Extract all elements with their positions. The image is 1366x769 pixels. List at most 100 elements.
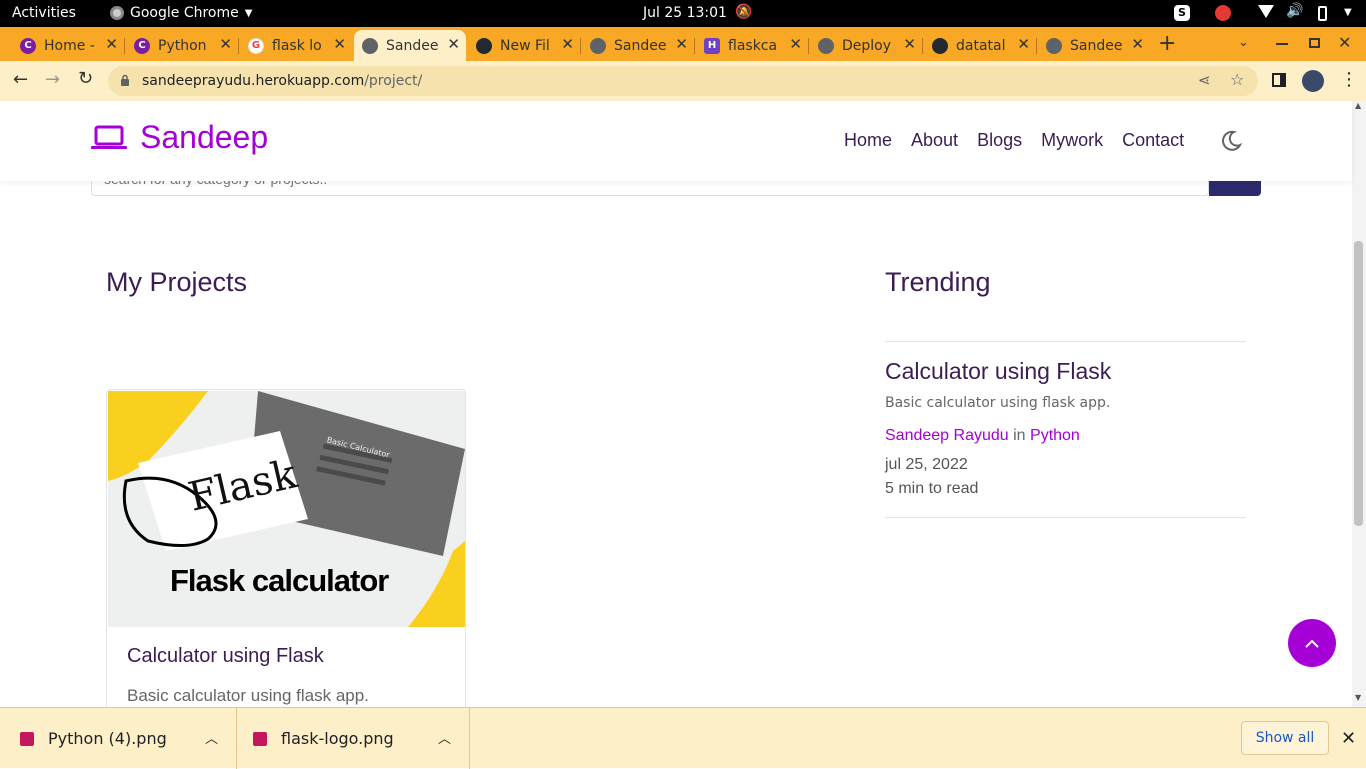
tab-title: Sandee — [386, 37, 438, 54]
tab-6[interactable]: Hflaskca ✕ — [696, 30, 809, 61]
tab-favicon-icon: C — [134, 37, 150, 54]
globe-icon — [362, 37, 378, 54]
window-close-icon[interactable]: ✕ — [1338, 33, 1351, 52]
lock-icon — [121, 74, 129, 86]
download-filename: Python (4).png — [48, 729, 167, 748]
download-item[interactable]: Python (4).png ︿ — [20, 708, 237, 769]
chrome-icon — [110, 6, 124, 20]
download-filename: flask-logo.png — [281, 729, 394, 748]
forward-arrow-icon[interactable]: → — [45, 69, 60, 90]
scroll-to-top-button[interactable] — [1288, 619, 1336, 667]
close-icon[interactable]: ✕ — [219, 35, 232, 53]
close-icon[interactable]: ✕ — [675, 35, 688, 53]
close-icon[interactable]: ✕ — [903, 35, 916, 53]
tab-5[interactable]: Sandee ✕ — [582, 30, 695, 61]
reload-icon[interactable]: ↻ — [78, 68, 93, 89]
app-menu[interactable]: Google Chrome ▼ — [110, 5, 252, 21]
tab-title: Sandee — [1070, 37, 1122, 54]
globe-icon — [590, 37, 606, 54]
byline-in: in — [1013, 427, 1026, 444]
trending-title[interactable]: Calculator using Flask — [885, 358, 1111, 385]
scroll-up-icon[interactable]: ▲ — [1355, 101, 1361, 110]
avatar[interactable] — [1302, 70, 1324, 92]
kebab-menu-icon[interactable]: ⋮ — [1340, 69, 1358, 90]
tab-title: New Fil — [500, 37, 550, 54]
download-item[interactable]: flask-logo.png ︿ — [253, 708, 470, 769]
github-icon — [476, 37, 492, 54]
tab-2[interactable]: Gflask lo ✕ — [240, 30, 352, 61]
close-icon[interactable]: ✕ — [1341, 728, 1356, 749]
github-icon — [932, 37, 948, 54]
moon-icon[interactable] — [1220, 130, 1242, 152]
tab-4[interactable]: New Fil ✕ — [468, 30, 581, 61]
close-icon[interactable]: ✕ — [447, 35, 460, 53]
share-icon[interactable]: ⋖ — [1198, 71, 1211, 89]
bookmark-star-icon[interactable]: ☆ — [1230, 70, 1244, 89]
address-bar[interactable]: sandeeprayudu.herokuapp.com/project/ ⋖ ☆ — [108, 66, 1258, 96]
system-menu-chevron-icon[interactable]: ▼ — [1344, 7, 1352, 18]
trending-byline: Sandeep Rayudu in Python — [885, 427, 1080, 445]
tab-strip: C Home - ✕ C Python ✕ Gflask lo ✕ Sandee ✕ New… — [0, 27, 1366, 61]
scrollbar-thumb[interactable] — [1354, 241, 1363, 526]
tab-favicon-icon: C — [20, 37, 36, 54]
site-navbar: Sandeep Home About Blogs Mywork Contact — [0, 101, 1352, 181]
nav-blogs[interactable]: Blogs — [977, 130, 1022, 151]
tab-8[interactable]: datatal ✕ — [924, 30, 1037, 61]
globe-icon — [1046, 37, 1062, 54]
tab-9[interactable]: Sandee ✕ — [1038, 30, 1150, 61]
activities-button[interactable]: Activities — [12, 5, 76, 21]
back-arrow-icon[interactable]: ← — [13, 69, 28, 90]
project-thumbnail[interactable]: Flask Basic Calculator Flask calculator — [108, 391, 465, 627]
maximize-icon[interactable] — [1309, 38, 1320, 48]
trending-description: Basic calculator using flask app. — [885, 395, 1111, 411]
close-icon[interactable]: ✕ — [1131, 35, 1144, 53]
do-not-disturb-icon[interactable] — [1215, 5, 1231, 21]
scroll-down-icon[interactable]: ▼ — [1355, 693, 1361, 702]
side-panel-icon[interactable] — [1272, 73, 1286, 87]
close-icon[interactable]: ✕ — [333, 35, 346, 53]
close-icon[interactable]: ✕ — [789, 35, 802, 53]
nav-mywork[interactable]: Mywork — [1041, 130, 1103, 151]
trending-read-time: 5 min to read — [885, 480, 979, 497]
download-shelf: Python (4).png ︿ flask-logo.png ︿ Show a… — [0, 707, 1366, 769]
chevron-up-icon[interactable]: ︿ — [205, 728, 218, 747]
nav-contact[interactable]: Contact — [1122, 130, 1184, 151]
project-card[interactable]: Flask Basic Calculator Flask calculator … — [106, 389, 466, 707]
toolbar: ← → ↻ sandeeprayudu.herokuapp.com/projec… — [0, 61, 1366, 101]
image-big-text: Flask calculator — [170, 563, 389, 598]
tab-title: Python — [158, 37, 207, 54]
laptop-icon — [91, 125, 127, 149]
heroku-icon: H — [704, 37, 720, 54]
wifi-icon[interactable] — [1258, 5, 1274, 18]
image-file-icon — [253, 731, 267, 746]
show-all-button[interactable]: Show all — [1241, 721, 1329, 755]
battery-icon[interactable] — [1318, 6, 1327, 21]
tab-title: flask lo — [272, 37, 322, 54]
skype-icon[interactable]: S — [1174, 5, 1190, 21]
clock[interactable]: Jul 25 13:01 — [643, 5, 727, 21]
tab-1[interactable]: C Python ✕ — [126, 30, 239, 61]
tab-7[interactable]: Deploy ✕ — [810, 30, 923, 61]
google-icon: G — [248, 37, 264, 54]
trending-post: Calculator using Flask Basic calculator … — [885, 341, 1246, 518]
tab-3-active[interactable]: Sandee ✕ — [354, 30, 466, 61]
tab-search-chevron-icon[interactable]: ⌄ — [1238, 35, 1249, 50]
tab-title: datatal — [956, 37, 1006, 54]
tab-title: Home - — [44, 37, 95, 54]
scrollbar[interactable]: ▲ ▼ — [1352, 101, 1366, 707]
nav-about[interactable]: About — [911, 130, 958, 151]
nav-home[interactable]: Home — [844, 130, 892, 151]
author-link[interactable]: Sandeep Rayudu — [885, 427, 1009, 444]
tab-0[interactable]: C Home - ✕ — [12, 30, 125, 61]
volume-icon[interactable]: 🔊 — [1286, 3, 1303, 19]
minimize-icon[interactable] — [1276, 43, 1288, 45]
close-icon[interactable]: ✕ — [105, 35, 118, 53]
close-icon[interactable]: ✕ — [561, 35, 574, 53]
new-tab-plus-icon[interactable]: + — [1158, 31, 1176, 56]
project-title[interactable]: Calculator using Flask — [127, 645, 324, 668]
chevron-up-icon[interactable]: ︿ — [438, 728, 451, 747]
brand-logo[interactable]: Sandeep — [90, 119, 268, 156]
category-link[interactable]: Python — [1030, 427, 1080, 444]
tab-title: Sandee — [614, 37, 666, 54]
close-icon[interactable]: ✕ — [1017, 35, 1030, 53]
